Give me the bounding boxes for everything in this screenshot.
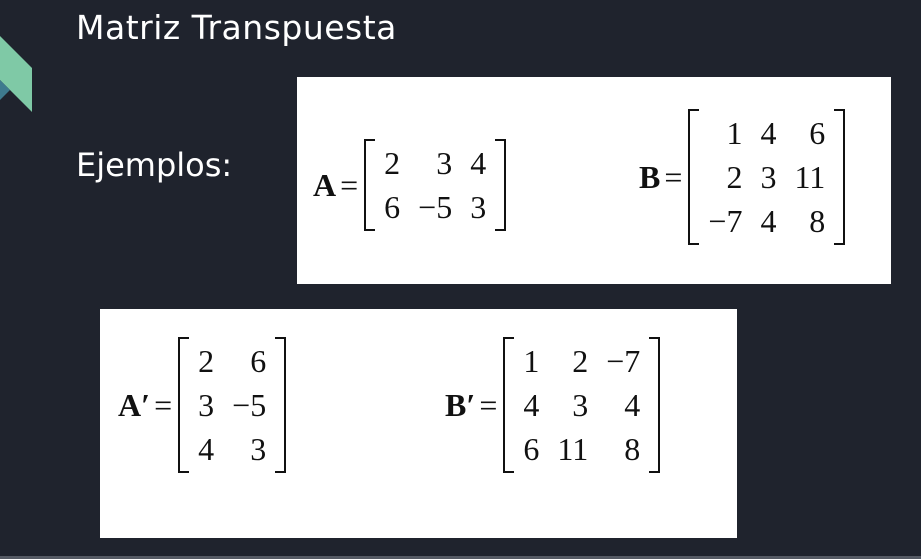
slide-title: Matriz Transpuesta — [76, 8, 397, 47]
matrix-cell: 4 — [760, 202, 777, 239]
matrix-a-transpose: 2 6 3 −5 4 3 — [178, 337, 287, 473]
matrix-b: 1 4 6 2 3 11 −7 4 8 — [688, 109, 846, 245]
left-bracket — [364, 139, 376, 231]
matrix-b-transpose-expression: B′ = 1 2 −7 4 3 4 6 11 8 — [445, 337, 661, 473]
left-bracket — [688, 109, 700, 245]
matrix-cell: 2 — [198, 342, 215, 379]
matrix-a: 2 3 4 6 −5 3 — [364, 139, 507, 231]
examples-label: Ejemplos: — [76, 146, 233, 184]
matrix-a-transpose-name: A′ — [118, 386, 151, 423]
matrix-b-transpose-name: B′ — [445, 386, 476, 423]
matrix-cell: 3 — [436, 144, 453, 181]
right-bracket — [834, 109, 846, 245]
matrix-cell: 6 — [523, 430, 540, 467]
matrix-a-expression: A = 2 3 4 6 −5 3 — [313, 139, 507, 231]
original-matrices-panel: A = 2 3 4 6 −5 3 B = 1 4 6 2 3 11 −7 4 8 — [297, 77, 891, 284]
matrix-b-name: B — [639, 158, 661, 195]
matrix-cell: 4 — [760, 114, 777, 151]
matrix-cell: 3 — [572, 386, 589, 423]
accent-chevron-icon — [0, 36, 32, 112]
matrix-cell: 8 — [809, 202, 826, 239]
right-bracket — [495, 139, 507, 231]
matrix-b-expression: B = 1 4 6 2 3 11 −7 4 8 — [639, 109, 846, 245]
matrix-cell: 2 — [384, 144, 401, 181]
matrix-a-name: A — [313, 166, 337, 203]
matrix-b-transpose-equals: = — [479, 386, 498, 423]
transposed-matrices-panel: A′ = 2 6 3 −5 4 3 B′ = 1 2 −7 4 3 4 6 11 8 — [100, 309, 737, 538]
matrix-cell: 6 — [384, 188, 401, 225]
matrix-cell: 3 — [250, 430, 267, 467]
matrix-a-transpose-expression: A′ = 2 6 3 −5 4 3 — [118, 337, 287, 473]
matrix-a-transpose-equals: = — [154, 386, 173, 423]
matrix-cell: −5 — [232, 386, 267, 423]
matrix-cell: 4 — [470, 144, 487, 181]
right-bracket — [275, 337, 287, 473]
left-bracket — [503, 337, 515, 473]
matrix-cell: −7 — [606, 342, 641, 379]
left-bracket — [178, 337, 190, 473]
matrix-cell: 3 — [198, 386, 215, 423]
matrix-cell: 4 — [523, 386, 540, 423]
matrix-a-equals: = — [340, 166, 359, 203]
matrix-cell: 3 — [760, 158, 777, 195]
matrix-b-equals: = — [664, 158, 683, 195]
matrix-cell: 2 — [572, 342, 589, 379]
matrix-cell: 6 — [250, 342, 267, 379]
matrix-cell: 1 — [523, 342, 540, 379]
matrix-cell: 8 — [624, 430, 641, 467]
matrix-cell: 4 — [624, 386, 641, 423]
matrix-cell: 4 — [198, 430, 215, 467]
matrix-cell: 2 — [726, 158, 743, 195]
matrix-cell: 1 — [726, 114, 743, 151]
matrix-cell: 11 — [557, 430, 589, 467]
matrix-b-transpose: 1 2 −7 4 3 4 6 11 8 — [503, 337, 661, 473]
matrix-cell: 11 — [794, 158, 826, 195]
right-bracket — [649, 337, 661, 473]
matrix-cell: −7 — [708, 202, 743, 239]
matrix-cell: −5 — [418, 188, 453, 225]
matrix-cell: 6 — [809, 114, 826, 151]
matrix-cell: 3 — [470, 188, 487, 225]
